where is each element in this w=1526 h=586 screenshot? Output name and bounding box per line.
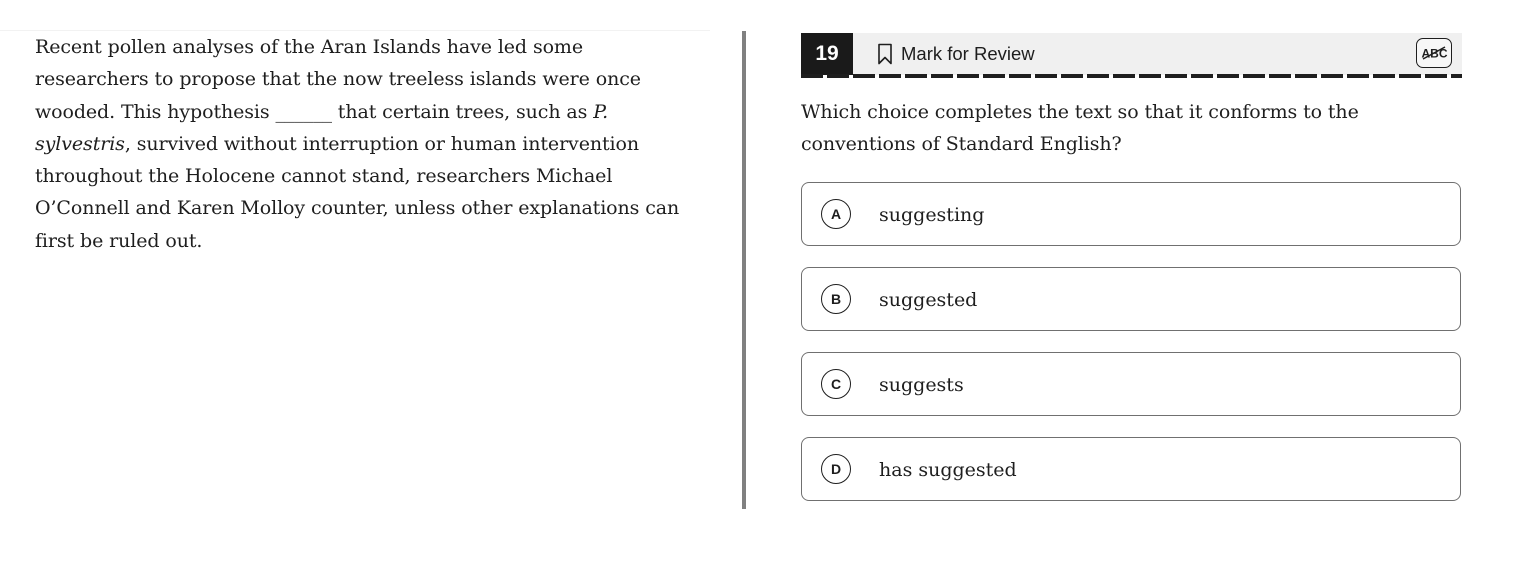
choice-letter-badge: D — [821, 454, 851, 484]
pane-divider[interactable] — [742, 31, 746, 509]
choice-text: has suggested — [879, 459, 1017, 481]
choice-text: suggests — [879, 374, 964, 396]
answer-eliminator-button[interactable]: ABC — [1416, 38, 1452, 68]
question-header: 19 Mark for Review ABC — [801, 33, 1462, 75]
question-prompt: Which choice completes the text so that … — [801, 101, 1359, 155]
passage-part-1: Recent pollen analyses of the Aran Islan… — [35, 36, 641, 123]
choice-letter-badge: B — [821, 284, 851, 314]
choice-b[interactable]: B suggested — [801, 267, 1461, 331]
passage-part-2: , survived without interruption or human… — [35, 132, 680, 252]
choice-c[interactable]: C suggests — [801, 352, 1461, 416]
choice-text: suggested — [879, 289, 978, 311]
passage-text: Recent pollen analyses of the Aran Islan… — [35, 31, 685, 257]
question-number: 19 — [801, 33, 853, 75]
choice-d[interactable]: D has suggested — [801, 437, 1461, 501]
mark-for-review-label: Mark for Review — [901, 43, 1035, 64]
question-header-dashed-rule — [801, 74, 1462, 78]
bookmark-icon — [878, 43, 892, 65]
abc-strikethrough-icon: ABC — [1422, 46, 1448, 61]
choice-letter-badge: A — [821, 199, 851, 229]
choice-text: suggesting — [879, 204, 985, 226]
choice-a[interactable]: A suggesting — [801, 182, 1461, 246]
choice-letter-badge: C — [821, 369, 851, 399]
mark-for-review-button[interactable]: Mark for Review — [877, 33, 1035, 75]
